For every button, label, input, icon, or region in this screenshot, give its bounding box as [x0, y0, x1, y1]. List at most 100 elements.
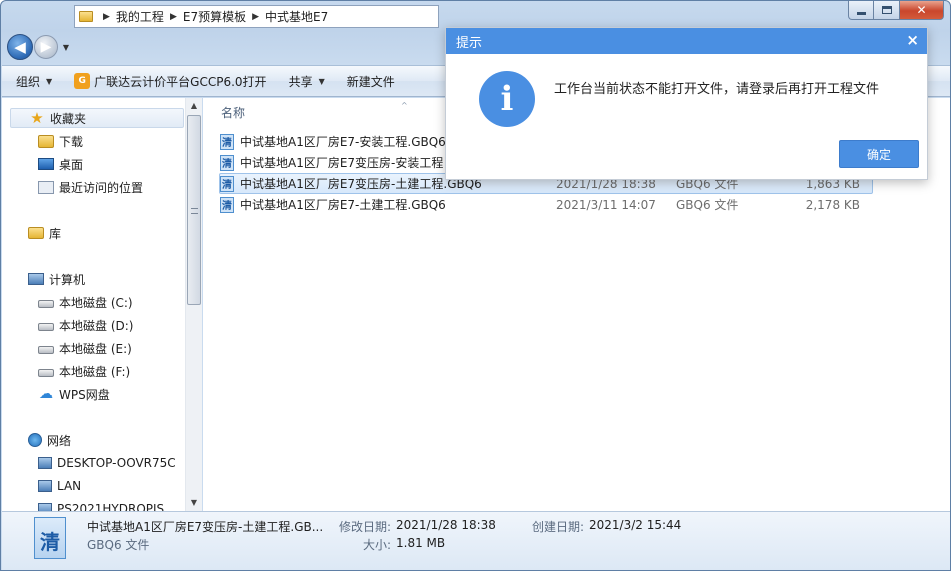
- downloads-folder-icon: [38, 134, 54, 148]
- file-row[interactable]: 清 中试基地A1区厂房E7-土建工程.GBQ6 2021/3/11 14:07 …: [219, 194, 873, 215]
- breadcrumb-item[interactable]: E7预算模板: [183, 8, 246, 25]
- dialog-title-bar: 提示 ×: [446, 28, 927, 54]
- share-label: 共享: [288, 74, 313, 89]
- forward-button[interactable]: ▶: [34, 35, 58, 59]
- created-value: 2021/3/2 15:44: [589, 518, 682, 532]
- gbq6-file-icon: 清: [220, 175, 234, 192]
- sidebar-item-label: 本地磁盘 (C:): [59, 295, 133, 310]
- maximize-icon: [881, 6, 892, 14]
- sidebar-item-desktop[interactable]: 桌面: [38, 154, 83, 174]
- breadcrumb-item[interactable]: 中式基地E7: [265, 8, 328, 25]
- size-value: 1.81 MB: [396, 536, 446, 550]
- sidebar-item-wps[interactable]: ☁ WPS网盘: [38, 384, 110, 404]
- file-size: 2,178 KB: [805, 197, 860, 212]
- organize-label: 组织: [16, 74, 41, 89]
- open-with-gccp-button[interactable]: G 广联达云计价平台GCCP6.0打开: [74, 73, 267, 90]
- sidebar-item-computer[interactable]: 计算机: [28, 269, 85, 289]
- scroll-down-icon[interactable]: ▼: [186, 495, 202, 511]
- organize-button[interactable]: 组织 ▼: [16, 73, 52, 90]
- cloud-icon: ☁: [39, 386, 53, 402]
- navigation-pane: ★ 收藏夹 下载 桌面 最近访问的位置 库 计算机 本地磁盘 (C:) 本地磁盘…: [2, 98, 202, 511]
- sidebar-item-drive-c[interactable]: 本地磁盘 (C:): [38, 292, 133, 312]
- dialog-close-icon[interactable]: ×: [906, 31, 919, 49]
- sidebar-item-label: 库: [49, 226, 62, 241]
- gbq6-file-large-icon: 清: [34, 517, 66, 559]
- sidebar-item-network[interactable]: 网络: [28, 430, 71, 450]
- sidebar-item-label: 计算机: [49, 272, 86, 287]
- sidebar-item-label: 网络: [47, 433, 72, 448]
- sidebar-item-favorites[interactable]: ★ 收藏夹: [10, 108, 184, 128]
- size-label: 大小:: [363, 538, 392, 552]
- dialog-title: 提示: [456, 35, 483, 51]
- created-label: 创建日期:: [532, 520, 585, 534]
- breadcrumb-item[interactable]: 我的工程: [116, 8, 164, 25]
- gbq6-file-icon: 清: [220, 154, 234, 171]
- network-icon: [28, 433, 42, 447]
- desktop-icon: [38, 158, 54, 170]
- scroll-up-icon[interactable]: ▲: [186, 98, 202, 114]
- back-button[interactable]: ◀: [7, 34, 33, 60]
- grip-icon: [191, 208, 198, 214]
- gbq6-file-icon: 清: [220, 133, 234, 150]
- sort-ascending-icon: ^: [401, 101, 408, 110]
- sidebar-item-label: DESKTOP-OOVR75C: [57, 456, 176, 470]
- file-name: 中试基地A1区厂房E7-土建工程.GBQ6: [240, 198, 446, 212]
- file-date: 2021/3/11 14:07: [556, 197, 656, 212]
- gbq6-file-icon: 清: [220, 196, 234, 213]
- scrollbar-thumb[interactable]: [187, 115, 201, 305]
- folder-icon: [79, 11, 93, 22]
- sidebar-item-libraries[interactable]: 库: [28, 223, 61, 243]
- minimize-icon: [856, 12, 866, 15]
- network-computer-icon: [38, 480, 52, 492]
- breadcrumb-separator-icon: ▶: [103, 11, 110, 22]
- maximize-button[interactable]: [874, 1, 900, 20]
- sidebar-item-downloads[interactable]: 下载: [38, 131, 83, 151]
- sidebar-item-network-pc[interactable]: LAN: [38, 476, 81, 496]
- sidebar-item-label: LAN: [57, 479, 82, 493]
- sidebar-item-label: 下载: [59, 134, 84, 149]
- network-computer-icon: [38, 457, 52, 469]
- glodon-app-icon: G: [74, 73, 91, 89]
- details-pane: 清 中试基地A1区厂房E7变压房-土建工程.GB... GBQ6 文件 修改日期…: [2, 511, 950, 570]
- close-icon: ✕: [916, 3, 927, 17]
- dialog-message: 工作台当前状态不能打开文件，请登录后再打开工程文件: [554, 82, 880, 97]
- sidebar-item-network-pc[interactable]: PS2021HYDROPIS: [38, 499, 164, 511]
- drive-icon: [38, 369, 54, 377]
- share-button[interactable]: 共享 ▼: [289, 73, 325, 90]
- sidebar-scrollbar[interactable]: ▲ ▼: [185, 98, 202, 511]
- ok-button[interactable]: 确定: [839, 140, 919, 168]
- details-filetype: GBQ6 文件: [87, 538, 150, 552]
- file-type: GBQ6 文件: [676, 198, 739, 212]
- breadcrumb-separator-icon: ▶: [252, 11, 259, 22]
- sidebar-item-label: 桌面: [59, 157, 84, 172]
- window-controls: ✕: [848, 1, 944, 20]
- sidebar-item-drive-d[interactable]: 本地磁盘 (D:): [38, 315, 133, 335]
- dropdown-arrow-icon: ▼: [46, 76, 53, 86]
- sidebar-item-network-pc[interactable]: DESKTOP-OOVR75C: [38, 453, 176, 473]
- column-header-name[interactable]: 名称 ^: [221, 101, 408, 121]
- new-folder-button[interactable]: 新建文件: [347, 73, 395, 90]
- sidebar-item-label: 本地磁盘 (D:): [59, 318, 134, 333]
- drive-icon: [38, 346, 54, 354]
- close-window-button[interactable]: ✕: [900, 1, 944, 20]
- alert-dialog: 提示 × i 工作台当前状态不能打开文件，请登录后再打开工程文件 确定: [445, 27, 928, 180]
- sidebar-item-drive-f[interactable]: 本地磁盘 (F:): [38, 361, 130, 381]
- star-icon: ★: [30, 109, 44, 127]
- sidebar-item-recent[interactable]: 最近访问的位置: [38, 177, 143, 197]
- navigation-bar: ◀ ▶ ▼: [7, 31, 72, 63]
- sidebar-item-drive-e[interactable]: 本地磁盘 (E:): [38, 338, 132, 358]
- modified-value: 2021/1/28 18:38: [396, 518, 496, 532]
- history-dropdown-icon[interactable]: ▼: [60, 43, 72, 52]
- minimize-button[interactable]: [848, 1, 874, 20]
- open-with-label: 广联达云计价平台GCCP6.0打开: [94, 74, 267, 89]
- address-bar[interactable]: ▶ 我的工程 ▶ E7预算模板 ▶ 中式基地E7: [74, 5, 439, 28]
- back-arrow-icon: ◀: [14, 38, 26, 56]
- info-icon: i: [479, 71, 535, 127]
- details-filename: 中试基地A1区厂房E7变压房-土建工程.GB...: [87, 520, 324, 534]
- sidebar-item-label: PS2021HYDROPIS: [57, 502, 165, 511]
- libraries-icon: [28, 227, 44, 239]
- new-folder-label: 新建文件: [346, 74, 395, 89]
- computer-icon: [28, 273, 44, 285]
- sidebar-item-label: 本地磁盘 (F:): [59, 364, 131, 379]
- system-drive-icon: [38, 300, 54, 308]
